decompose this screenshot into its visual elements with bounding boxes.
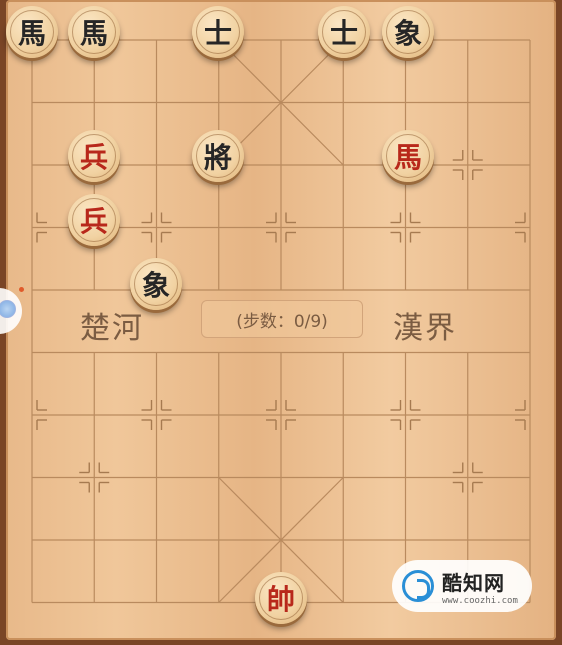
red-horse-piece[interactable]: 馬 — [382, 130, 434, 182]
red-soldier-piece[interactable]: 兵 — [68, 194, 120, 246]
step-counter: (步数：0/9) — [201, 300, 363, 338]
watermark-badge: 酷知网 www.coozhi.com — [392, 560, 532, 612]
black-elephant-piece[interactable]: 象 — [130, 258, 182, 310]
notification-dot — [19, 287, 24, 292]
black-elephant-piece[interactable]: 象 — [382, 6, 434, 58]
red-general-piece[interactable]: 帥 — [255, 572, 307, 624]
watermark-title: 酷知网 — [442, 570, 505, 595]
black-general-piece[interactable]: 將 — [192, 130, 244, 182]
watermark-url: www.coozhi.com — [442, 595, 518, 606]
red-soldier-piece[interactable]: 兵 — [68, 130, 120, 182]
river-label-left: 楚河 — [80, 311, 144, 346]
black-advisor-piece[interactable]: 士 — [318, 6, 370, 58]
river-label-right: 漢界 — [393, 311, 457, 346]
coozhi-logo-icon — [402, 570, 434, 602]
black-advisor-piece[interactable]: 士 — [192, 6, 244, 58]
black-horse-piece[interactable]: 馬 — [68, 6, 120, 58]
black-horse-piece[interactable]: 馬 — [6, 6, 58, 58]
